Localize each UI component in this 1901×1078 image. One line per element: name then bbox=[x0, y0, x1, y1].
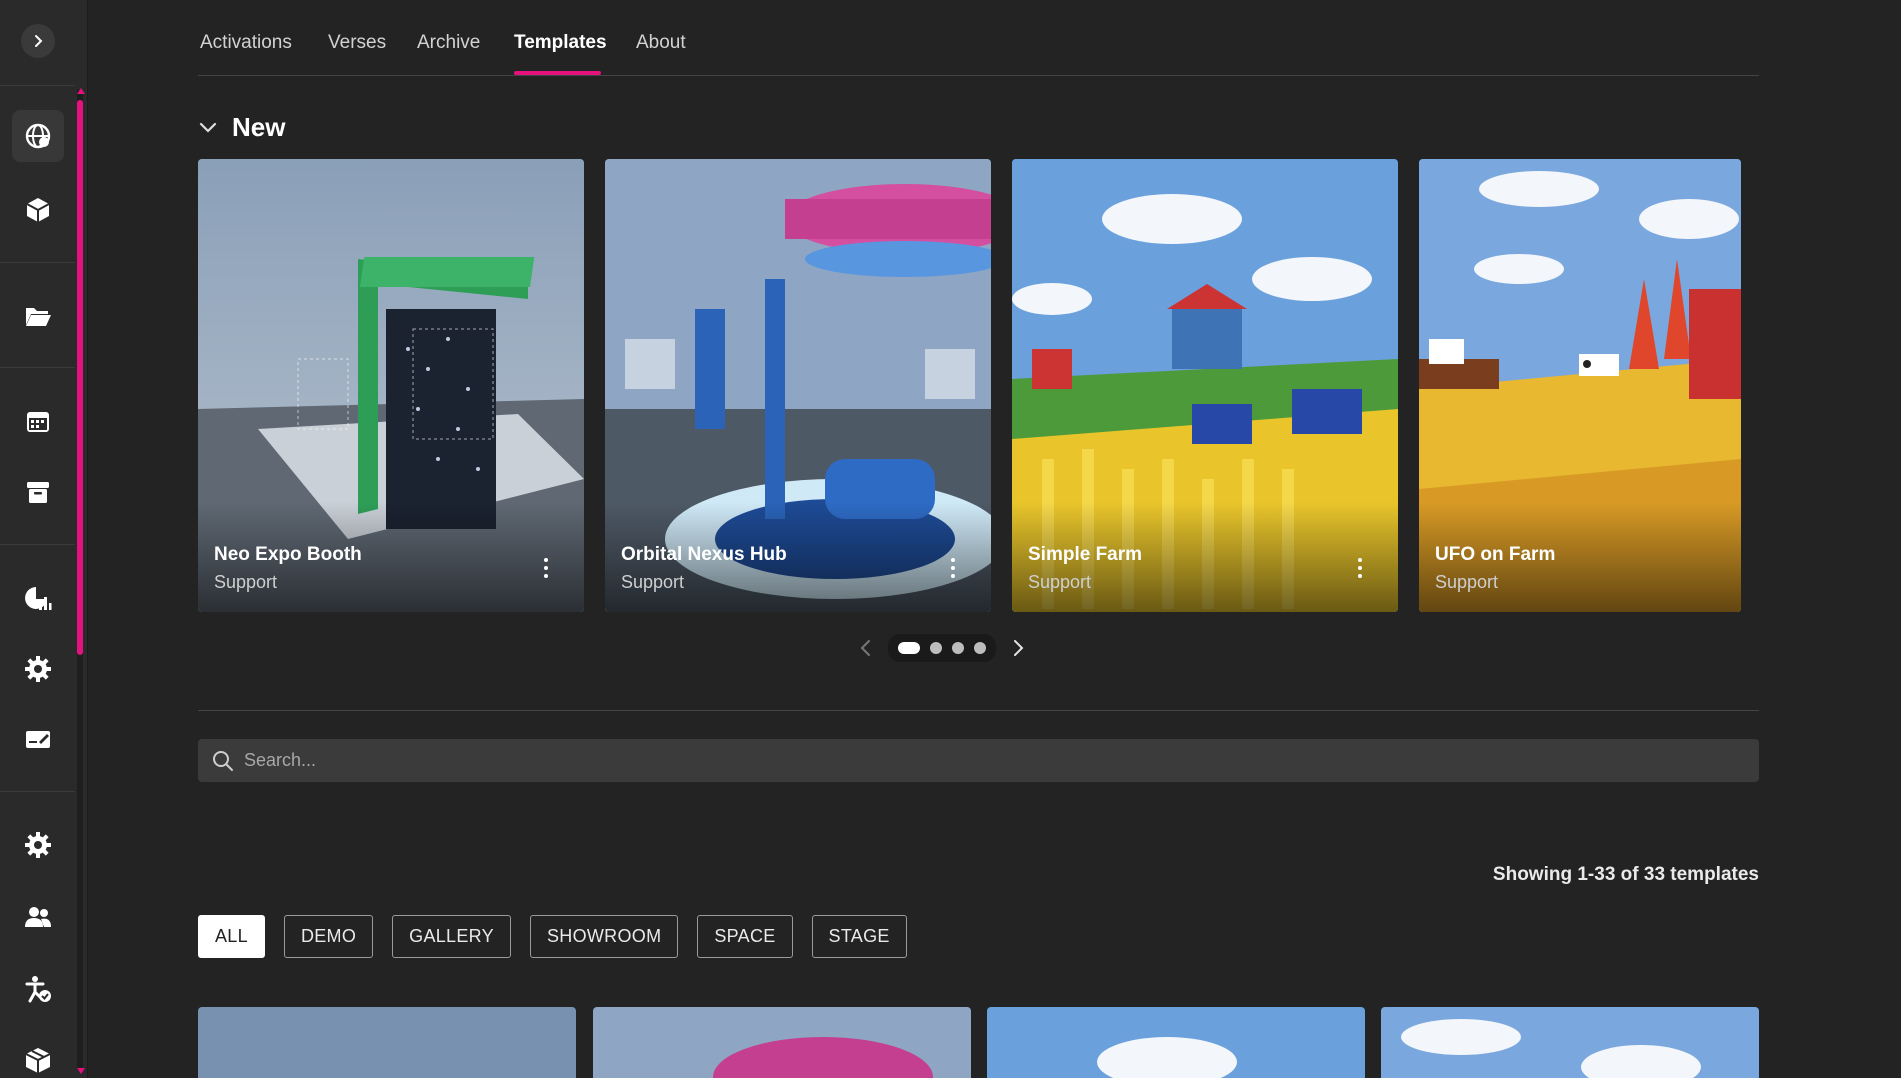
users-icon bbox=[25, 907, 51, 927]
sidebar-divider bbox=[0, 791, 75, 792]
search-bar[interactable] bbox=[198, 739, 1759, 782]
sidebar-item-accessibility[interactable] bbox=[20, 971, 56, 1007]
tab-activations[interactable]: Activations bbox=[200, 32, 292, 54]
template-card[interactable]: Neo Expo Booth Support bbox=[198, 159, 584, 612]
template-grid-item[interactable] bbox=[1381, 1007, 1759, 1078]
cube-icon bbox=[26, 198, 50, 222]
calendar-icon bbox=[27, 412, 49, 432]
sidebar-divider bbox=[0, 262, 75, 263]
filter-all[interactable]: ALL bbox=[198, 915, 265, 958]
card-subtitle: Support bbox=[214, 572, 278, 592]
chevron-left-icon[interactable] bbox=[858, 638, 874, 658]
analytics-icon bbox=[25, 587, 52, 610]
carousel-dot[interactable] bbox=[974, 642, 986, 654]
sidebar-item-verses[interactable] bbox=[20, 192, 56, 228]
accessibility-check-icon bbox=[25, 976, 51, 1003]
carousel-dot[interactable] bbox=[930, 642, 942, 654]
chevron-right-icon[interactable] bbox=[1010, 638, 1026, 658]
filter-demo[interactable]: DEMO bbox=[283, 915, 374, 958]
search-input[interactable] bbox=[244, 750, 1644, 771]
card-subtitle: Support bbox=[1435, 572, 1499, 592]
sidebar-item-archive[interactable] bbox=[20, 474, 56, 510]
chevron-down-icon bbox=[199, 122, 217, 133]
sidebar-item-analytics[interactable] bbox=[20, 580, 56, 616]
globe-network-icon bbox=[25, 123, 51, 149]
more-options-icon[interactable] bbox=[951, 558, 955, 578]
new-templates-carousel: Neo Expo Booth Support Orbital Nexus Hub… bbox=[198, 159, 1743, 614]
tab-about[interactable]: About bbox=[636, 32, 686, 54]
template-card[interactable]: Orbital Nexus Hub Support bbox=[605, 159, 991, 612]
carousel-dot[interactable] bbox=[952, 642, 964, 654]
new-section-header[interactable]: New bbox=[198, 112, 285, 143]
more-options-icon[interactable] bbox=[1358, 558, 1362, 578]
search-icon bbox=[213, 750, 233, 771]
sidebar-item-admin-settings[interactable] bbox=[20, 827, 56, 863]
section-divider bbox=[198, 710, 1759, 711]
filter-gallery[interactable]: GALLERY bbox=[392, 915, 511, 958]
folder-open-icon bbox=[26, 308, 51, 326]
results-count: Showing 1-33 of 33 templates bbox=[1492, 864, 1759, 885]
template-grid-item[interactable] bbox=[987, 1007, 1365, 1078]
scroll-up-arrow[interactable] bbox=[77, 88, 85, 94]
sidebar-toggle-button[interactable] bbox=[21, 24, 55, 58]
sidebar-item-settings[interactable] bbox=[20, 651, 56, 687]
sidebar-item-users[interactable] bbox=[20, 899, 56, 935]
ticket-edit-icon bbox=[26, 731, 50, 748]
card-title: Orbital Nexus Hub bbox=[621, 544, 787, 565]
carousel-dots bbox=[888, 634, 996, 662]
template-card[interactable]: UFO on Farm Support bbox=[1419, 159, 1741, 612]
tab-templates[interactable]: Templates bbox=[514, 32, 607, 54]
sidebar-item-tickets[interactable] bbox=[20, 721, 56, 757]
templates-grid bbox=[198, 1007, 1759, 1078]
filter-showroom[interactable]: SHOWROOM bbox=[529, 915, 679, 958]
card-subtitle: Support bbox=[1028, 572, 1092, 592]
card-thumbnail bbox=[1097, 1037, 1237, 1078]
filter-space[interactable]: SPACE bbox=[697, 915, 793, 958]
tab-verses[interactable]: Verses bbox=[328, 32, 386, 54]
chevron-right-icon bbox=[35, 35, 43, 47]
sidebar-item-packages[interactable] bbox=[20, 1042, 56, 1078]
template-grid-item[interactable] bbox=[593, 1007, 971, 1078]
sidebar-item-files[interactable] bbox=[20, 298, 56, 334]
card-thumbnail bbox=[1401, 1019, 1701, 1078]
tab-bar: Activations Verses Archive Templates Abo… bbox=[198, 0, 1759, 76]
carousel-dot[interactable] bbox=[898, 642, 920, 654]
archive-box-icon bbox=[27, 482, 49, 503]
card-title: Neo Expo Booth bbox=[214, 544, 362, 565]
package-icon bbox=[25, 1048, 51, 1073]
gear-icon bbox=[25, 656, 51, 682]
sidebar-item-calendar[interactable] bbox=[20, 403, 56, 439]
sidebar-divider bbox=[0, 85, 75, 86]
template-card[interactable]: Simple Farm Support bbox=[1012, 159, 1398, 612]
card-title: Simple Farm bbox=[1028, 544, 1143, 565]
filter-stage[interactable]: STAGE bbox=[811, 915, 907, 958]
sidebar-item-activations[interactable] bbox=[12, 110, 64, 162]
card-subtitle: Support bbox=[621, 572, 685, 592]
sidebar-divider bbox=[0, 544, 75, 545]
section-title: New bbox=[232, 112, 286, 142]
sidebar-divider bbox=[0, 367, 75, 368]
sidebar-scrollbar-thumb[interactable] bbox=[77, 100, 83, 655]
more-options-icon[interactable] bbox=[544, 558, 548, 578]
card-title: UFO on Farm bbox=[1435, 544, 1556, 565]
scroll-down-arrow[interactable] bbox=[77, 1068, 85, 1074]
tab-archive[interactable]: Archive bbox=[417, 32, 480, 54]
settings-icon bbox=[25, 832, 51, 858]
card-thumbnail bbox=[713, 1037, 933, 1078]
carousel-pager bbox=[858, 634, 1026, 662]
template-grid-item[interactable] bbox=[198, 1007, 576, 1078]
sidebar bbox=[0, 0, 88, 1078]
category-filters: ALL DEMO GALLERY SHOWROOM SPACE STAGE bbox=[198, 915, 907, 958]
active-tab-indicator bbox=[514, 71, 601, 75]
